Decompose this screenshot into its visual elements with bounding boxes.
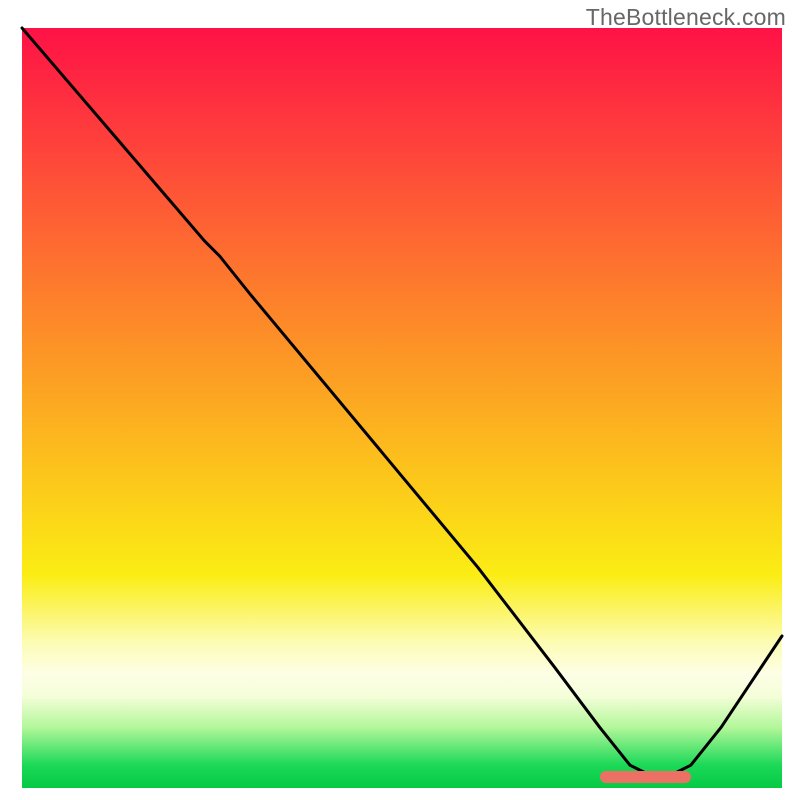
plot-area <box>22 28 782 788</box>
watermark-text: TheBottleneck.com <box>586 4 786 31</box>
curve-line <box>22 28 782 780</box>
curve-svg <box>22 28 782 788</box>
chart-container: TheBottleneck.com <box>0 0 800 800</box>
valley-marker <box>600 771 691 783</box>
